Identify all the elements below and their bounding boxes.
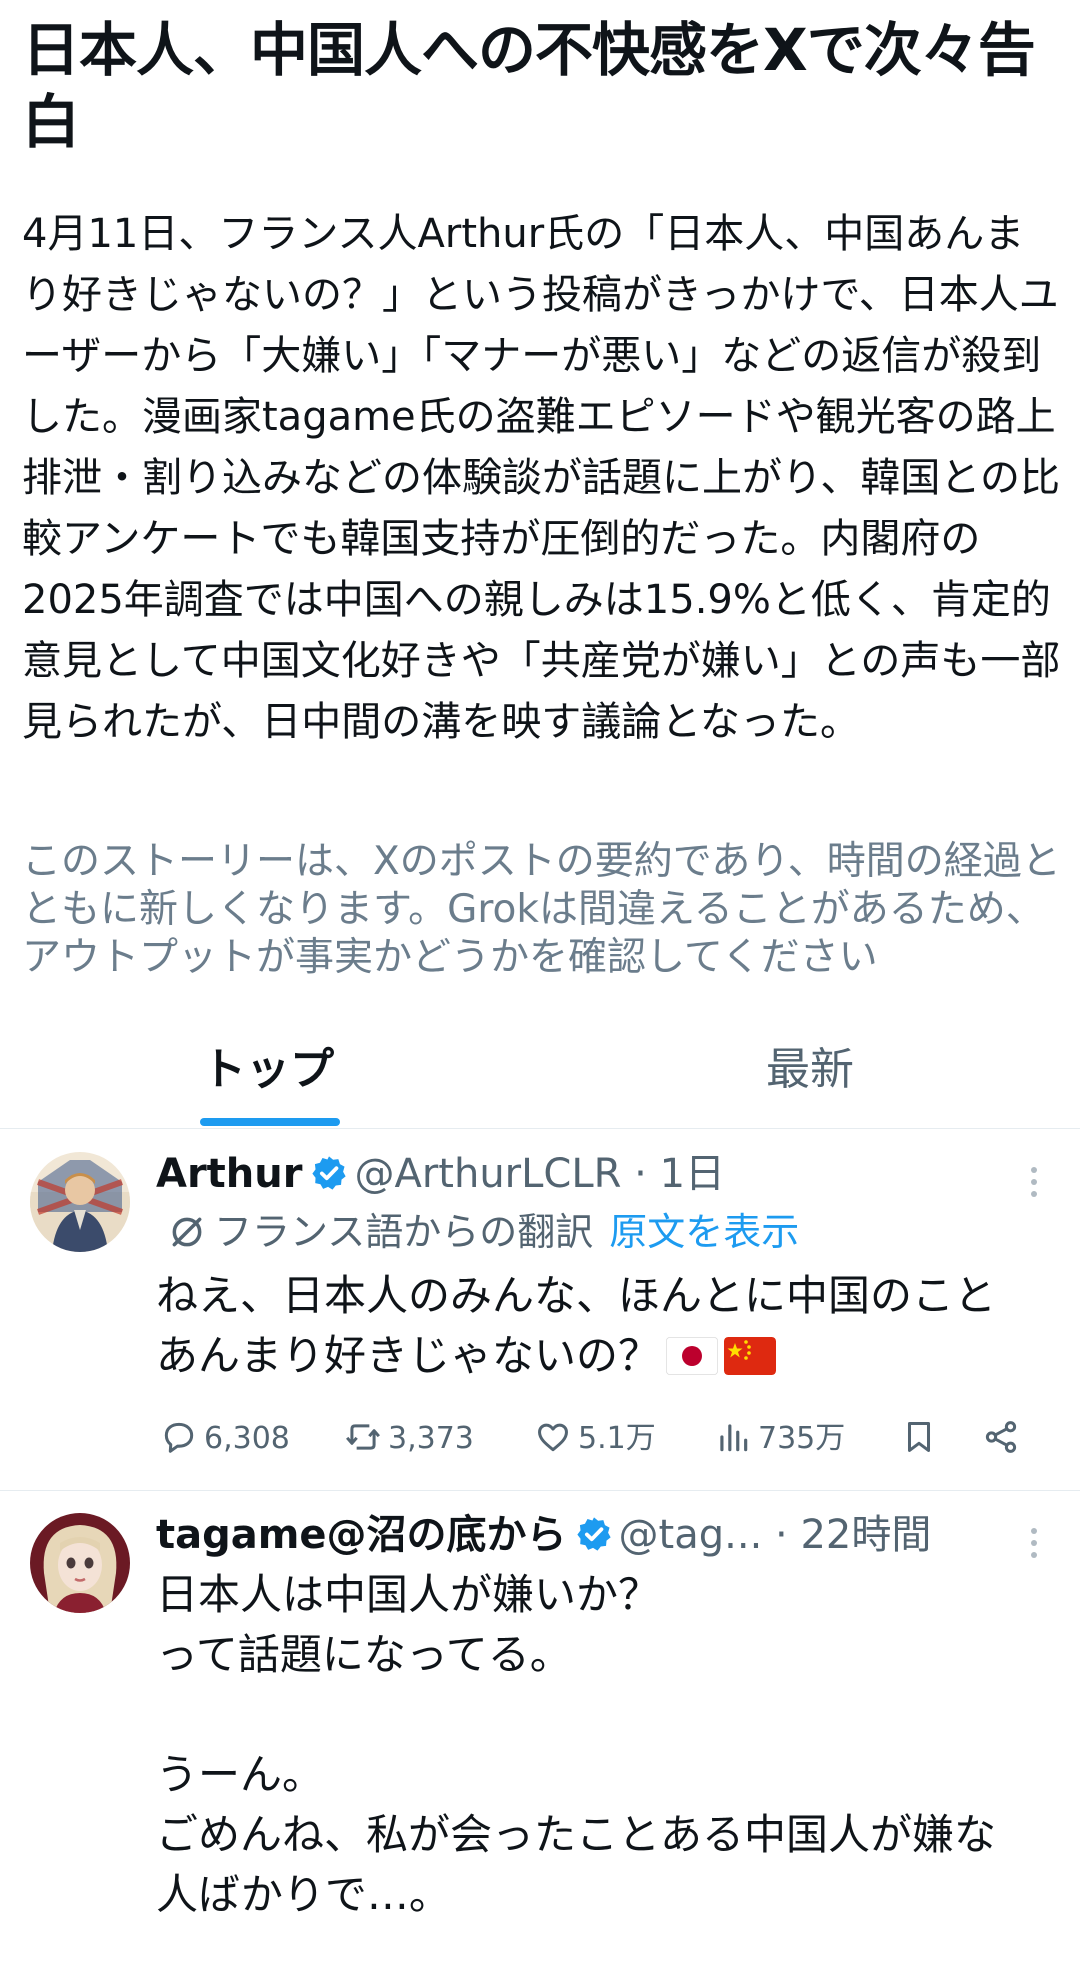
bookmark-icon	[907, 1421, 931, 1452]
avatar-image	[30, 1152, 130, 1252]
tab-latest[interactable]: 最新	[710, 1030, 910, 1128]
reply-count: 6,308	[204, 1421, 290, 1456]
japan-flag-icon	[666, 1336, 719, 1375]
verified-badge-icon	[312, 1156, 347, 1190]
more-icon[interactable]	[1026, 1164, 1042, 1200]
tab-bar: トップ 最新	[0, 1030, 1080, 1129]
translation-row: フランス語からの翻訳 原文を表示	[168, 1202, 799, 1262]
author-name[interactable]: Arthur	[156, 1151, 302, 1197]
share-button[interactable]	[982, 1412, 1026, 1466]
translate-icon	[172, 1217, 202, 1246]
grok-disclaimer: このストーリーは、Xのポストの要約であり、時間の経過とともに新しくなります。Gr…	[22, 839, 1061, 980]
tab-top[interactable]: トップ	[168, 1030, 368, 1128]
post-arthur[interactable]: Arthur @ArthurLCLR · 1日 フランス語からの翻訳 原文を表示 ね…	[0, 1130, 1080, 1491]
share-icon	[985, 1420, 1017, 1453]
post-tagame[interactable]: tagame@沼の底から @tag... · 22時間 日本人は中国人が嫌いか？ …	[0, 1491, 1080, 1976]
author-handle[interactable]: @tag...	[619, 1512, 763, 1558]
repost-button[interactable]: 3,373	[344, 1412, 474, 1466]
reply-icon	[164, 1422, 194, 1453]
china-flag-icon	[724, 1336, 777, 1375]
story-title: 日本人、中国人への不快感をXで次々告白	[22, 16, 1036, 156]
views-button[interactable]: 735万	[714, 1412, 845, 1466]
post-text: 日本人は中国人が嫌いか？ って話題になってる。 うーん。 ごめんね、私が会ったこ…	[156, 1570, 997, 1919]
post-header: Arthur @ArthurLCLR · 1日	[156, 1144, 725, 1204]
post-header: tagame@沼の底から @tag... · 22時間	[156, 1505, 931, 1565]
avatar[interactable]	[30, 1513, 130, 1613]
separator-dot: ·	[621, 1151, 660, 1197]
reply-button[interactable]: 6,308	[160, 1412, 290, 1466]
author-name[interactable]: tagame@沼の底から	[156, 1512, 567, 1558]
translation-label: フランス語からの翻訳	[214, 1210, 594, 1254]
avatar[interactable]	[30, 1152, 130, 1252]
repost-count: 3,373	[388, 1421, 474, 1456]
active-tab-indicator	[200, 1118, 340, 1126]
post-text-content: ねえ、日本人のみんな、ほんとに中国のことあんまり好きじゃないの？	[156, 1271, 997, 1380]
separator-dot: ·	[762, 1512, 801, 1558]
like-icon	[538, 1423, 568, 1451]
story-summary: 4月11日、フランス人Arthur氏の「日本人、中国あんまり好きじゃないの？」と…	[22, 211, 1061, 745]
bookmark-button[interactable]	[900, 1412, 944, 1466]
views-count: 735万	[758, 1421, 846, 1456]
like-button[interactable]: 5.1万	[534, 1412, 656, 1466]
verified-badge-icon	[576, 1517, 611, 1551]
post-actions: 6,308 3,373 5.1万 735万	[156, 1412, 1036, 1466]
more-icon[interactable]	[1026, 1525, 1042, 1561]
avatar-image	[30, 1513, 130, 1613]
post-time[interactable]: 22時間	[800, 1512, 931, 1558]
post-time[interactable]: 1日	[660, 1151, 725, 1197]
like-count: 5.1万	[578, 1421, 656, 1456]
views-icon	[720, 1423, 748, 1451]
show-original-link[interactable]: 原文を表示	[609, 1210, 799, 1254]
post-text: ねえ、日本人のみんな、ほんとに中国のことあんまり好きじゃないの？	[156, 1266, 1036, 1386]
repost-icon	[346, 1423, 380, 1450]
author-handle[interactable]: @ArthurLCLR	[354, 1151, 621, 1197]
